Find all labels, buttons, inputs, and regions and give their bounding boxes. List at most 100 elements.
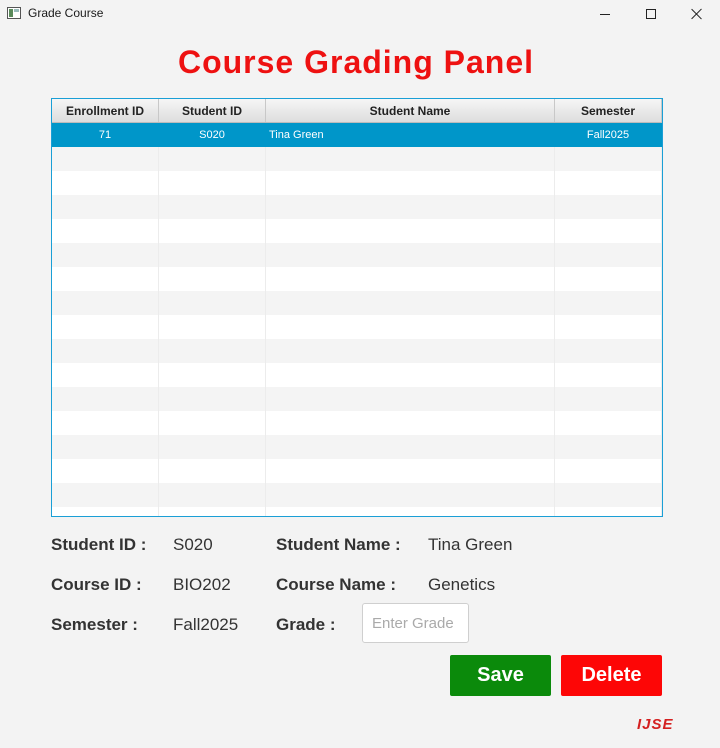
empty-cell — [266, 219, 555, 243]
empty-cell — [52, 171, 159, 195]
empty-table-row — [52, 171, 662, 195]
empty-table-row — [52, 291, 662, 315]
cell-enrollment-id: 71 — [52, 123, 159, 147]
empty-cell — [266, 339, 555, 363]
empty-cell — [555, 387, 662, 411]
minimize-button[interactable] — [582, 0, 628, 28]
empty-table-row — [52, 339, 662, 363]
course-id-value: BIO202 — [173, 575, 231, 594]
empty-cell — [52, 387, 159, 411]
empty-cell — [266, 291, 555, 315]
empty-cell — [555, 339, 662, 363]
empty-cell — [266, 483, 555, 507]
empty-cell — [266, 411, 555, 435]
empty-cell — [555, 363, 662, 387]
table-header: Enrollment ID Student ID Student Name Se… — [52, 99, 662, 123]
table-body: 71 S020 Tina Green Fall2025 — [52, 123, 662, 516]
empty-cell — [159, 387, 266, 411]
empty-cell — [266, 459, 555, 483]
empty-cell — [52, 195, 159, 219]
empty-cell — [555, 411, 662, 435]
empty-cell — [52, 363, 159, 387]
empty-table-row — [52, 315, 662, 339]
student-name-value: Tina Green — [428, 535, 513, 554]
empty-cell — [52, 435, 159, 459]
empty-table-row — [52, 195, 662, 219]
course-id-label: Course ID : — [51, 575, 142, 594]
empty-cell — [159, 363, 266, 387]
enrollment-table[interactable]: Enrollment ID Student ID Student Name Se… — [51, 98, 663, 517]
maximize-icon — [646, 9, 656, 19]
empty-cell — [159, 315, 266, 339]
empty-cell — [159, 507, 266, 516]
student-id-label: Student ID : — [51, 535, 147, 554]
semester-label: Semester : — [51, 615, 138, 634]
table-row[interactable]: 71 S020 Tina Green Fall2025 — [52, 123, 662, 147]
semester-value: Fall2025 — [173, 615, 239, 634]
empty-cell — [266, 387, 555, 411]
empty-table-row — [52, 459, 662, 483]
empty-cell — [159, 483, 266, 507]
empty-cell — [555, 315, 662, 339]
page-title: Course Grading Panel — [177, 44, 535, 80]
empty-cell — [159, 435, 266, 459]
app-window-icon — [7, 7, 21, 19]
empty-cell — [52, 483, 159, 507]
empty-table-row — [52, 387, 662, 411]
empty-cell — [52, 147, 159, 171]
cell-semester: Fall2025 — [555, 123, 662, 147]
empty-table-row — [52, 267, 662, 291]
empty-cell — [52, 315, 159, 339]
grade-label: Grade : — [276, 615, 336, 634]
empty-cell — [266, 267, 555, 291]
window-title: Grade Course — [28, 6, 104, 20]
empty-cell — [555, 147, 662, 171]
empty-cell — [52, 459, 159, 483]
delete-button[interactable]: Delete — [561, 655, 662, 696]
empty-cell — [266, 363, 555, 387]
empty-cell — [52, 507, 159, 516]
close-button[interactable] — [674, 0, 720, 28]
column-header-enrollment-id[interactable]: Enrollment ID — [52, 99, 159, 122]
grade-input[interactable] — [362, 603, 469, 643]
empty-cell — [52, 339, 159, 363]
empty-cell — [555, 243, 662, 267]
maximize-button[interactable] — [628, 0, 674, 28]
column-header-student-id[interactable]: Student ID — [159, 99, 266, 122]
cell-student-id: S020 — [159, 123, 266, 147]
empty-cell — [52, 243, 159, 267]
empty-cell — [52, 267, 159, 291]
empty-cell — [555, 291, 662, 315]
empty-cell — [159, 243, 266, 267]
column-header-student-name[interactable]: Student Name — [266, 99, 555, 122]
empty-cell — [159, 195, 266, 219]
course-name-value: Genetics — [428, 575, 496, 594]
empty-cell — [555, 507, 662, 516]
close-icon — [691, 8, 703, 20]
column-header-semester[interactable]: Semester — [555, 99, 662, 122]
empty-cell — [266, 195, 555, 219]
minimize-icon — [600, 13, 610, 15]
empty-table-row — [52, 219, 662, 243]
empty-table-row — [52, 363, 662, 387]
course-name-label: Course Name : — [276, 575, 396, 594]
empty-cell — [266, 243, 555, 267]
empty-cell — [555, 171, 662, 195]
empty-cell — [52, 219, 159, 243]
empty-table-row — [52, 243, 662, 267]
empty-cell — [555, 435, 662, 459]
empty-cell — [52, 411, 159, 435]
empty-cell — [555, 483, 662, 507]
empty-cell — [159, 147, 266, 171]
empty-cell — [266, 507, 555, 516]
student-id-value: S020 — [173, 535, 213, 554]
save-button[interactable]: Save — [450, 655, 551, 696]
window-titlebar: Grade Course — [0, 0, 720, 28]
empty-cell — [266, 147, 555, 171]
empty-cell — [159, 411, 266, 435]
empty-table-row — [52, 147, 662, 171]
empty-cell — [555, 459, 662, 483]
empty-table-row — [52, 507, 662, 516]
ijse-logo: IJSE — [637, 716, 674, 733]
empty-cell — [159, 459, 266, 483]
